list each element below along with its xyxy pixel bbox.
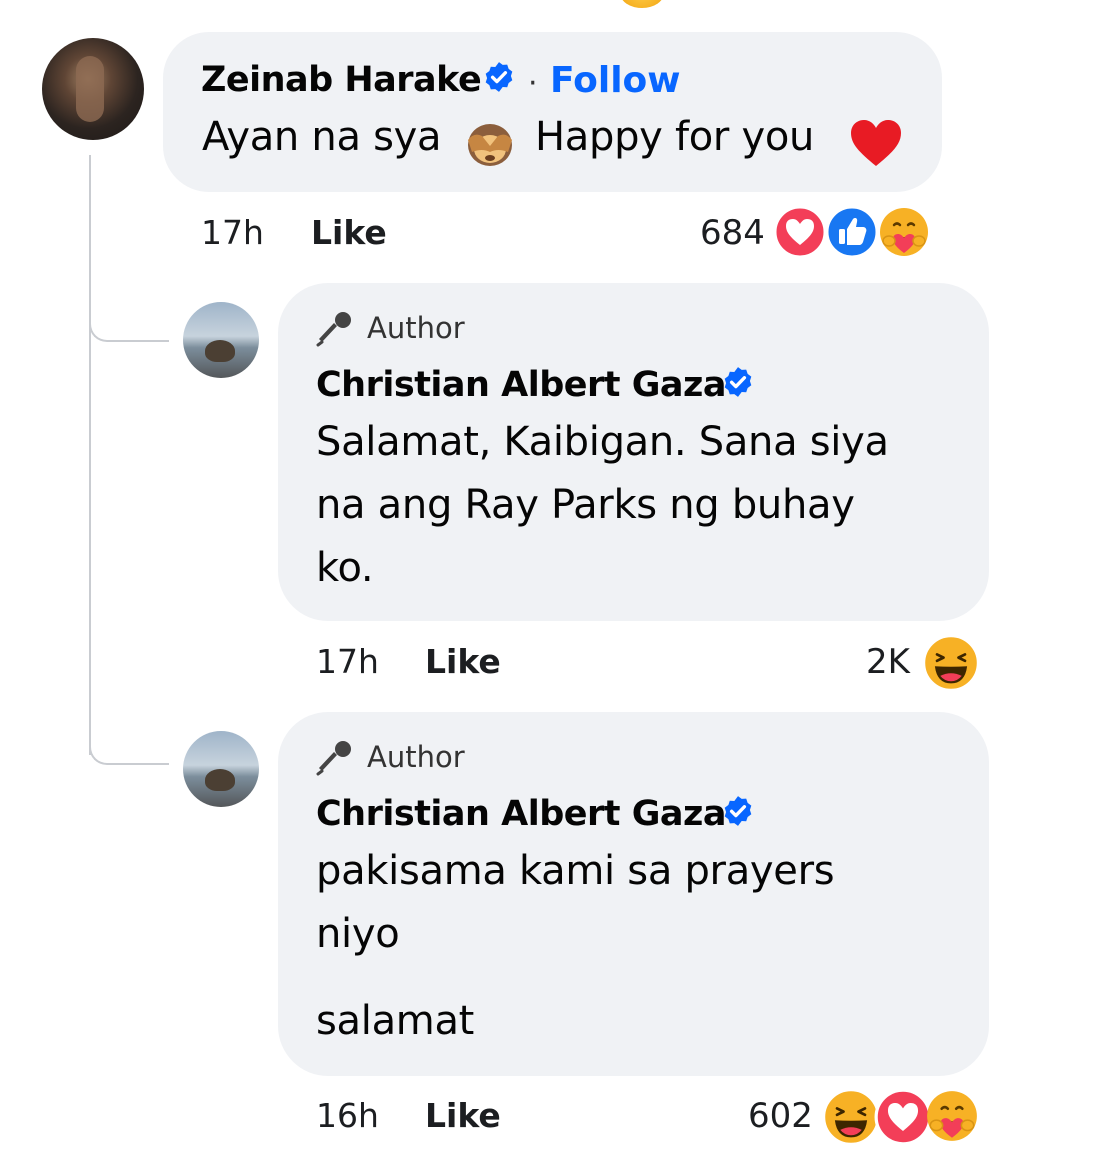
thread-connector xyxy=(89,745,169,765)
author-badge: Author xyxy=(367,311,465,345)
like-button[interactable]: Like xyxy=(425,1096,501,1135)
avatar[interactable] xyxy=(42,38,144,140)
avatar[interactable] xyxy=(183,302,259,378)
verified-badge-icon xyxy=(724,796,752,826)
commenter-name[interactable]: Christian Albert Gaza xyxy=(316,794,727,834)
comment-time[interactable]: 16h xyxy=(316,1096,379,1135)
partial-reaction-icon xyxy=(620,0,664,8)
thread-connector xyxy=(89,322,169,342)
comment-text: Happy for you xyxy=(535,114,815,160)
reply-text-line: Salamat, Kaibigan. Sana siya xyxy=(316,419,889,465)
reaction-count[interactable]: 684 xyxy=(700,213,765,253)
haha-reaction-icon xyxy=(923,635,979,691)
commenter-name[interactable]: Christian Albert Gaza xyxy=(316,365,727,405)
love-reaction-icon xyxy=(773,205,827,259)
reply-text-line: na ang Ray Parks ng buhay xyxy=(316,482,855,528)
commenter-name[interactable]: Zeinab Harake xyxy=(201,60,482,100)
comment-time[interactable]: 17h xyxy=(201,213,264,252)
reply-text-line: pakisama kami sa prayers xyxy=(316,848,835,894)
author-badge: Author xyxy=(367,740,465,774)
reply-text-line: salamat xyxy=(316,998,475,1044)
avatar[interactable] xyxy=(183,731,259,807)
care-reaction-icon xyxy=(880,208,928,256)
separator-dot: · xyxy=(528,66,538,101)
reaction-count[interactable]: 2K xyxy=(866,642,910,682)
like-reaction-icon xyxy=(825,205,879,259)
microphone-icon xyxy=(316,741,351,776)
care-reaction-icon xyxy=(927,1091,977,1141)
follow-button[interactable]: Follow xyxy=(550,60,681,101)
red-heart-icon xyxy=(851,120,901,166)
verified-badge-icon xyxy=(724,367,752,397)
microphone-icon xyxy=(316,312,351,347)
comment-text: Ayan na sya xyxy=(202,114,442,160)
comment-time[interactable]: 17h xyxy=(316,642,379,681)
reply-text-line: niyo xyxy=(316,911,400,957)
reply-text-line: ko. xyxy=(316,545,374,591)
haha-reaction-icon xyxy=(823,1089,879,1145)
reaction-count[interactable]: 602 xyxy=(748,1096,813,1136)
thread-line xyxy=(89,155,91,755)
like-button[interactable]: Like xyxy=(311,213,387,252)
see-no-evil-monkey-icon xyxy=(468,124,512,166)
verified-badge-icon xyxy=(485,62,513,92)
like-button[interactable]: Like xyxy=(425,642,501,681)
